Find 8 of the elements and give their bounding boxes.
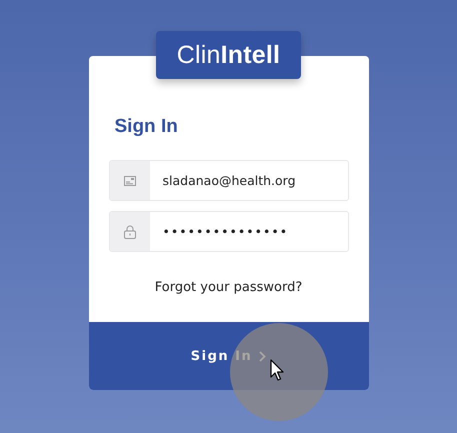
forgot-password-link[interactable]: Forgot your password?: [154, 280, 302, 295]
lock-icon: [124, 224, 136, 238]
mouse-cursor-icon: [270, 359, 284, 381]
password-field[interactable]: •••••••••••••••: [108, 211, 348, 252]
heading: Sign In: [114, 116, 178, 138]
id-card-icon: [124, 176, 136, 186]
email-field[interactable]: sladanao@health.org: [108, 160, 348, 201]
logo: ClinIntell: [156, 31, 301, 79]
